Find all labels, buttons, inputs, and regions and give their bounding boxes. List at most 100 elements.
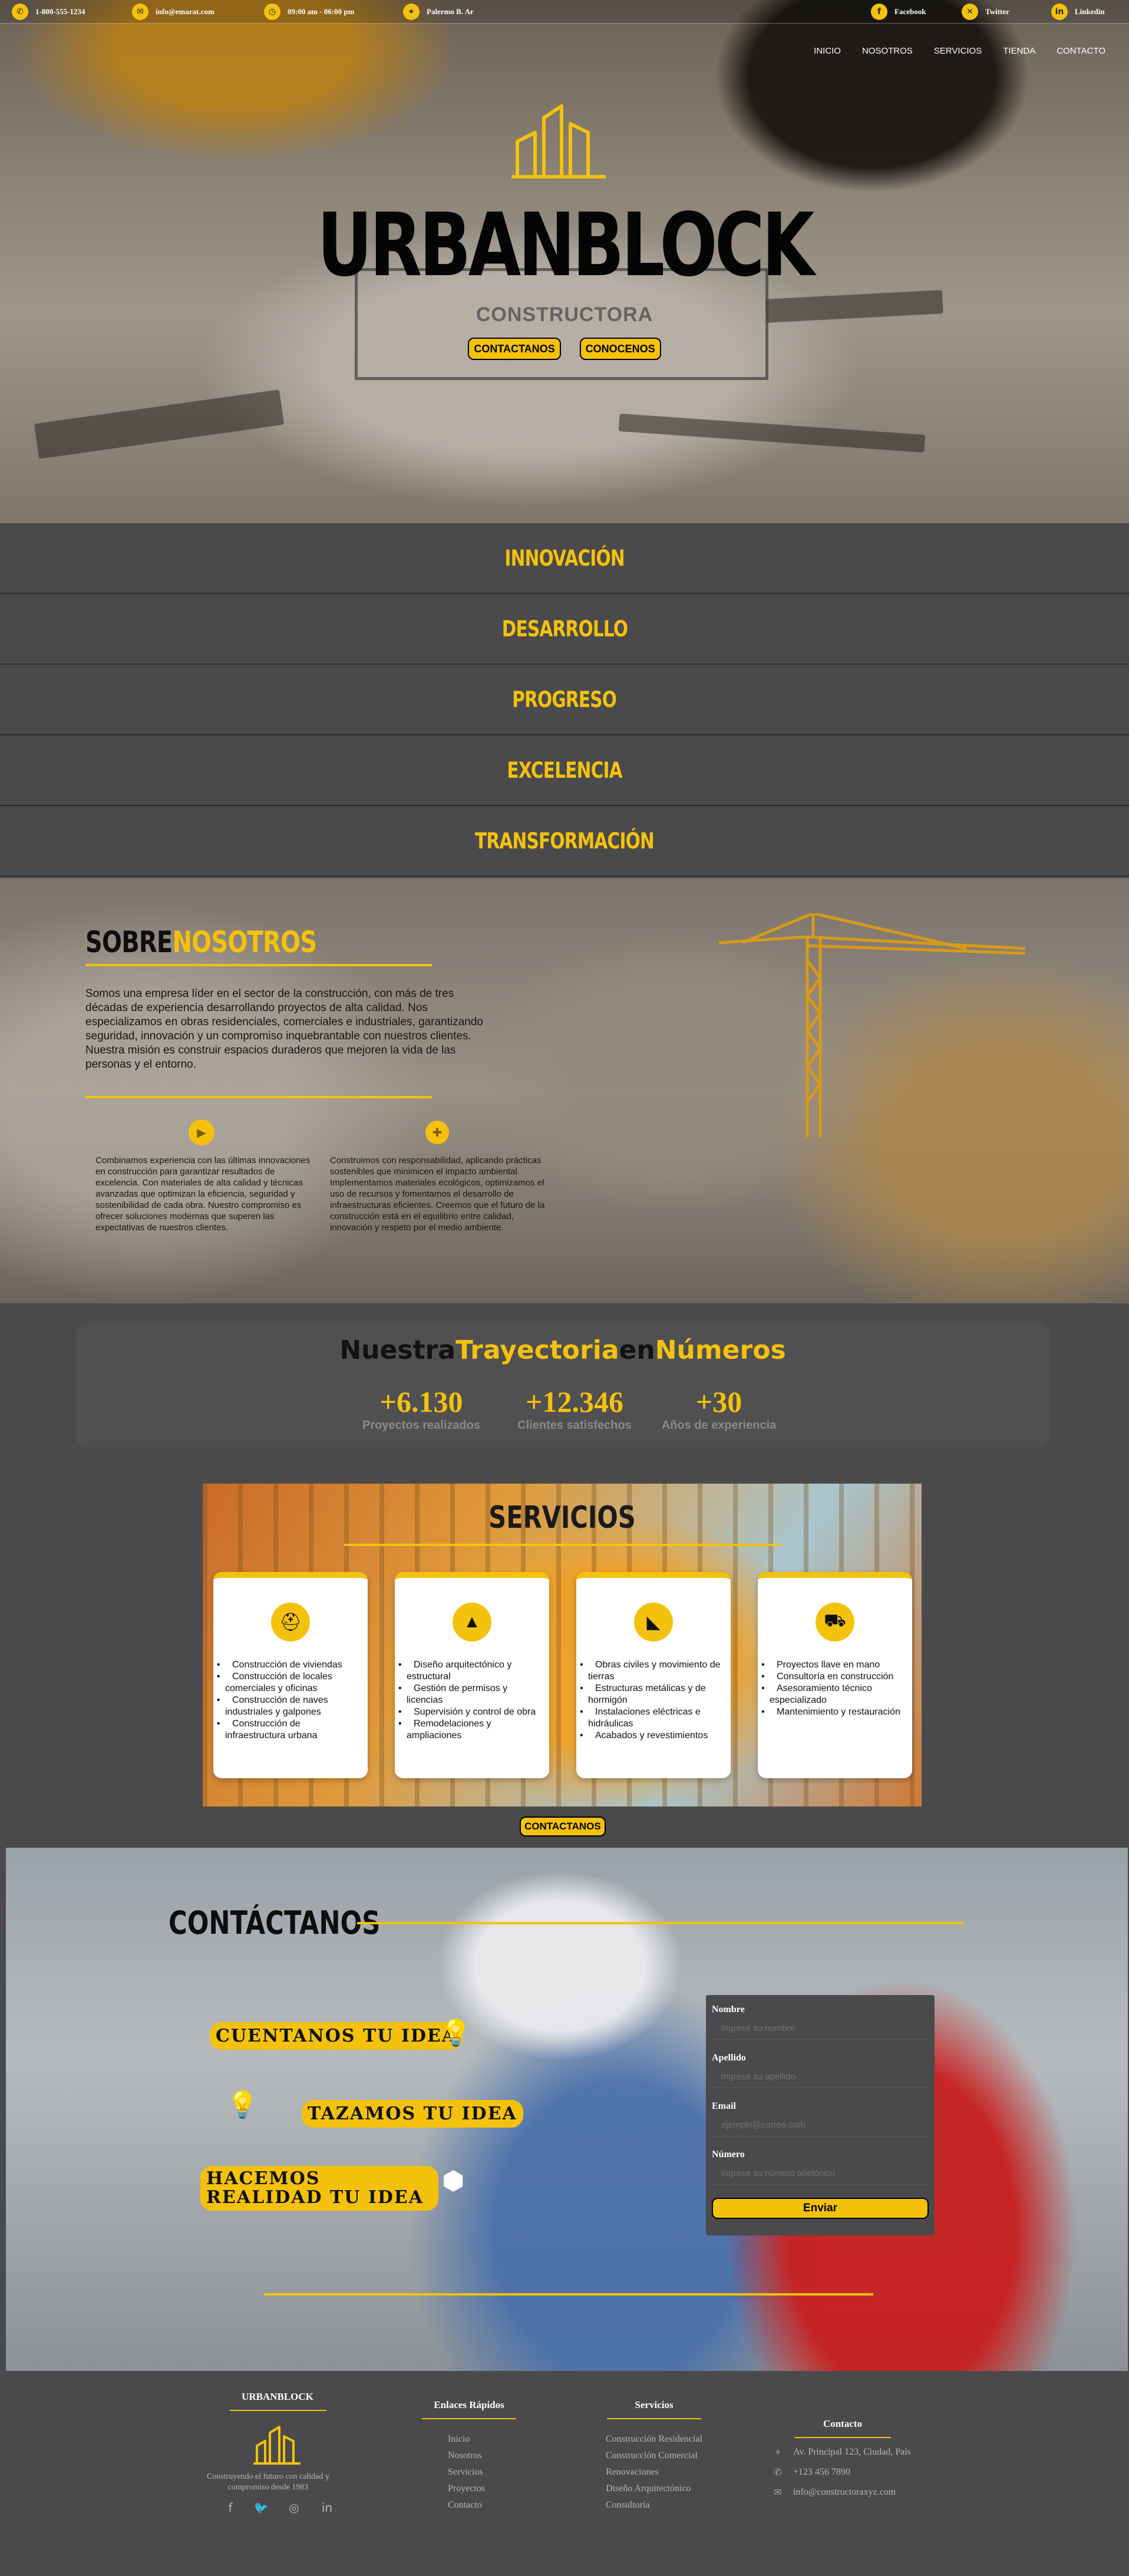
footer-link-inicio[interactable]: Inicio (448, 2431, 485, 2448)
footer-service-link[interactable]: Renovaciones (606, 2464, 702, 2481)
lastname-input[interactable] (712, 2066, 929, 2088)
nav-tienda[interactable]: TIENDA (1003, 46, 1035, 56)
footer-phone-text: +123 456 7890 (793, 2466, 851, 2477)
email-input[interactable] (712, 2114, 929, 2136)
helmet-icon: ⛑ (271, 1603, 310, 1642)
service-item-text: Asesoramiento técnico especializado (770, 1683, 872, 1705)
hero-section: ✆ 1-800-555-1234 ✉ info@emarat.com ◷ 09:… (0, 0, 1129, 523)
instagram-icon[interactable]: ◎ (286, 2501, 302, 2516)
mail-icon: ✉ (774, 2486, 782, 2498)
footer-service-link[interactable]: Construcción Comercial (606, 2448, 702, 2464)
stats-section: NuestraTrayectoriaenNúmeros +6.130 Proye… (75, 1323, 1050, 1447)
divider (230, 2410, 326, 2411)
value-label: PROGRESO (512, 686, 617, 712)
about-description: Somos una empresa líder en el sector de … (85, 988, 483, 1071)
links-title: Enlaces Rápidos (434, 2399, 504, 2410)
service-item-text: Estructuras metálicas y de hormigón (588, 1683, 706, 1705)
nav-servicios[interactable]: SERVICIOS (934, 46, 982, 56)
value-label: DESARROLLO (501, 616, 628, 642)
service-item: Supervisión y control de obra (398, 1706, 542, 1718)
services-contact-button[interactable]: CONTACTANOS (520, 1817, 606, 1837)
submit-button[interactable]: Enviar (712, 2198, 929, 2219)
play-icon[interactable]: ▶ (189, 1119, 214, 1145)
divider (794, 2437, 891, 2438)
footer-link-servicios[interactable]: Servicios (448, 2464, 485, 2481)
service-item-text: Gestión de permisos y licencias (407, 1683, 508, 1705)
services-section: SERVICIOS ⛑ Construcción de viviendas Co… (203, 1484, 922, 1806)
stat-projects: +6.130 Proyectos realizados (348, 1385, 495, 1432)
footer-brand: URBANBLOCK (242, 2391, 313, 2402)
footer-link-contacto[interactable]: Contacto (448, 2497, 485, 2514)
service-item-text: Proyectos llave en mano (777, 1660, 880, 1670)
topbar-location: ⌖ Palermo B. Ar (403, 4, 474, 20)
plus-icon[interactable]: ✚ (425, 1121, 449, 1144)
divider (422, 2418, 516, 2419)
x-twitter-icon: ✕ (962, 4, 978, 20)
building-logo-icon (253, 2426, 301, 2465)
service-item-text: Consultoría en construcción (777, 1672, 894, 1682)
twitter-link[interactable]: ✕ Twitter (962, 4, 1009, 20)
stat-value: +30 (695, 1385, 742, 1418)
facebook-icon: f (871, 4, 887, 20)
contact-title: CONTÁCTANOS (169, 1904, 381, 1941)
about-sustainability-text: Construimos con responsabilidad, aplican… (330, 1155, 545, 1233)
footer-phone[interactable]: ✆ +123 456 7890 (772, 2466, 850, 2478)
value-label: TRANSFORMACIÓN (475, 828, 655, 854)
nav-inicio[interactable]: INICIO (814, 46, 841, 56)
footer-service-link[interactable]: Diseño Arquitectónico (606, 2481, 702, 2497)
service-item: Acabados y revestimientos (580, 1730, 724, 1742)
service-item-text: Acabados y revestimientos (595, 1730, 708, 1741)
phone-input[interactable] (712, 2162, 929, 2185)
divider (344, 1544, 780, 1546)
step-pill: TAZAMOS TU IDEA (302, 2100, 523, 2128)
service-item: Mantenimiento y restauración (761, 1706, 905, 1718)
facebook-link[interactable]: f Facebook (871, 4, 926, 20)
about-title-part: SOBRE (85, 925, 173, 959)
contact-footer-title: Contacto (823, 2418, 863, 2429)
brand-title: URBANBLOCK (317, 194, 814, 296)
nav-nosotros[interactable]: NOSOTROS (862, 46, 913, 56)
stats-title-highlight: Números (655, 1335, 786, 1365)
service-item: Obras civiles y movimiento de tierras (580, 1659, 724, 1683)
phone-icon: ✆ (12, 4, 28, 20)
quick-links: Inicio Nosotros Servicios Proyectos Cont… (448, 2431, 485, 2514)
clock-icon: ◷ (264, 4, 280, 20)
nav-contacto[interactable]: CONTACTO (1057, 46, 1105, 56)
stat-label: Proyectos realizados (362, 1419, 481, 1432)
footer-email[interactable]: ✉ info@constructoraxyz.com (772, 2486, 896, 2498)
service-item: Construcción de locales comerciales y of… (217, 1671, 361, 1695)
topbar-email[interactable]: ✉ info@emarat.com (132, 4, 214, 20)
divider (85, 1096, 432, 1098)
footer-link-proyectos[interactable]: Proyectos (448, 2481, 485, 2497)
service-item: Construcción de infraestructura urbana (217, 1718, 361, 1742)
phone-icon: ✆ (774, 2466, 782, 2478)
location-pin-icon: ⌖ (403, 4, 420, 20)
value-row: INNOVACIÓN (0, 523, 1129, 594)
divider (607, 2418, 701, 2419)
contact-us-button[interactable]: CONTACTANOS (468, 338, 561, 360)
contact-section: CONTÁCTANOS CUENTANOS TU IDEA 💡 💡 TAZAMO… (6, 1848, 1128, 2371)
service-item-text: Construcción de viviendas (232, 1660, 342, 1670)
traffic-cone-icon: ▲ (453, 1603, 491, 1642)
footer-service-link[interactable]: Consultoría (606, 2497, 702, 2514)
stat-value: +12.346 (526, 1385, 623, 1418)
footer-email-text: info@constructoraxyz.com (793, 2486, 896, 2497)
facebook-icon[interactable]: f (223, 2501, 238, 2516)
about-us-button[interactable]: CONOCENOS (579, 338, 661, 360)
service-card: ◣ Obras civiles y movimiento de tierras … (576, 1572, 731, 1778)
about-title: SOBRENOSOTROS (85, 925, 317, 959)
name-input[interactable] (712, 2017, 929, 2040)
name-label: Nombre (712, 2004, 745, 2014)
linkedin-link[interactable]: in Linkedin (1051, 4, 1105, 20)
divider (264, 2293, 873, 2296)
footer-services: Construcción Residencial Construcción Co… (606, 2431, 702, 2514)
service-item: Instalaciones eléctricas e hidráulicas (580, 1706, 724, 1730)
phone-label: Número (712, 2149, 745, 2159)
divider (357, 1922, 964, 1924)
twitter-icon[interactable]: 🐦 (253, 2501, 269, 2516)
footer-service-link[interactable]: Construcción Residencial (606, 2431, 702, 2448)
topbar-phone[interactable]: ✆ 1-800-555-1234 (12, 4, 85, 20)
footer-link-nosotros[interactable]: Nosotros (448, 2448, 485, 2464)
linkedin-icon[interactable]: in (319, 2501, 335, 2516)
lastname-label: Apellido (712, 2053, 746, 2063)
